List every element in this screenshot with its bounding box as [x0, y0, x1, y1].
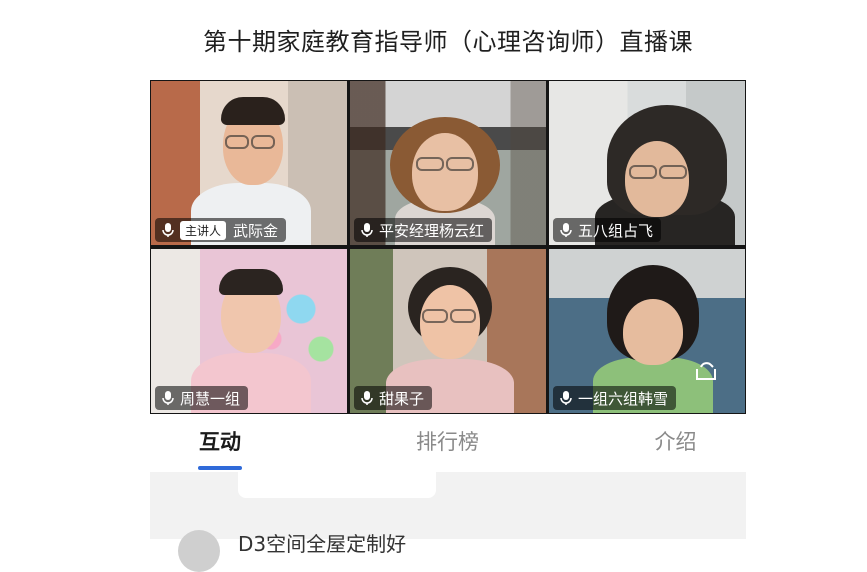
participant-name: 五八组占飞	[578, 221, 654, 240]
chat-card	[238, 472, 436, 498]
video-tile-4[interactable]: 周慧一组	[151, 249, 347, 413]
participant-name: 周慧一组	[180, 389, 241, 408]
video-grid: 主讲人 武际金 平安经理杨云红 五八组占飞 周慧一组 甜果子 一组六组韩雪	[150, 80, 746, 414]
mic-icon	[162, 223, 174, 237]
participant-name-tag: 周慧一组	[155, 386, 249, 410]
tab-interaction[interactable]: 互动	[150, 420, 290, 470]
participant-name: 一组六组韩雪	[578, 389, 669, 408]
chat-message-text: D3空间全屋定制好	[238, 532, 407, 556]
participant-name-tag: 平安经理杨云红	[354, 218, 493, 242]
chat-panel: D3空间全屋定制好	[150, 472, 746, 572]
participant-name-tag: 五八组占飞	[553, 218, 662, 242]
tab-leaderboard[interactable]: 排行榜	[290, 420, 605, 470]
video-tile-1[interactable]: 主讲人 武际金	[151, 81, 347, 245]
mic-icon	[361, 223, 373, 237]
participant-name: 甜果子	[379, 389, 425, 408]
camera-switch-icon[interactable]	[693, 359, 719, 383]
participant-name: 武际金	[233, 221, 279, 240]
page-title: 第十期家庭教育指导师（心理咨询师）直播课	[203, 28, 693, 56]
host-badge: 主讲人	[180, 220, 227, 240]
avatar	[178, 530, 220, 572]
mic-icon	[560, 391, 572, 405]
video-tile-6[interactable]: 一组六组韩雪	[549, 249, 745, 413]
mic-icon	[162, 391, 174, 405]
video-tile-3[interactable]: 五八组占飞	[549, 81, 745, 245]
participant-name: 平安经理杨云红	[379, 221, 485, 240]
video-tile-2[interactable]: 平安经理杨云红	[350, 81, 546, 245]
mic-icon	[361, 391, 373, 405]
participant-name-tag: 甜果子	[354, 386, 433, 410]
participant-name-tag: 一组六组韩雪	[553, 386, 677, 410]
tab-introduction[interactable]: 介绍	[605, 420, 746, 470]
participant-name-tag: 主讲人 武际金	[155, 218, 287, 242]
tab-bar: 互动 排行榜 介绍	[150, 420, 746, 470]
video-tile-5[interactable]: 甜果子	[350, 249, 546, 413]
mic-icon	[560, 223, 572, 237]
